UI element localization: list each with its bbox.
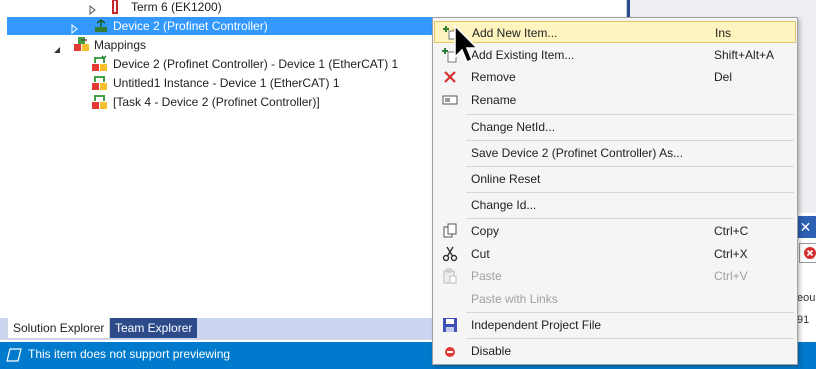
menu-item-independent-project-file[interactable]: Independent Project File [434,314,796,336]
menu-item-disable[interactable]: Disable [434,340,796,362]
rename-icon [442,92,458,108]
side-panel-text: 91 [797,314,810,326]
menu-item-copy[interactable]: Copy Ctrl+C [434,220,796,242]
menu-item-save-as[interactable]: Save Device 2 (Profinet Controller) As..… [434,142,796,164]
menu-separator [466,312,794,313]
menu-item-label: Paste with Links [471,292,558,306]
menu-item-label: Copy [471,224,500,238]
preview-icon [6,348,22,365]
menu-item-label: Change Id... [471,198,537,212]
context-menu: Add New Item... Ins Add Existing Item...… [432,17,798,365]
menu-item-label: Add New Item... [472,26,558,40]
tree-item-label: [Task 4 - Device 2 (Profinet Controller)… [113,95,320,109]
menu-separator [466,140,794,141]
paste-icon [442,268,458,284]
remove-icon [442,69,458,85]
menu-item-label: Rename [471,93,517,107]
tree-item-label: Term 6 (EK1200) [131,0,222,14]
menu-item-label: Add Existing Item... [471,48,575,62]
menu-item-label: Disable [471,344,512,358]
menu-item-cut[interactable]: Cut Ctrl+X [434,243,796,265]
menu-item-shortcut: Del [714,70,733,84]
close-icon[interactable]: ✕ [795,216,816,238]
menu-separator [466,114,794,115]
menu-item-online-reset[interactable]: Online Reset [434,168,796,190]
tree-item-label: Untitled1 Instance - Device 1 (EtherCAT)… [113,76,340,90]
tab-team-explorer[interactable]: Team Explorer [110,318,198,338]
menu-item-label: Save Device 2 (Profinet Controller) As..… [471,146,684,160]
menu-item-shortcut: Ctrl+C [714,224,749,238]
menu-item-label: Remove [471,70,516,84]
menu-item-add-existing-item[interactable]: Add Existing Item... Shift+Alt+A [434,44,796,66]
copy-icon [442,223,458,239]
tree-item-label: Device 2 (Profinet Controller) [113,19,268,33]
menu-item-label: Change NetId... [471,120,556,134]
menu-item-remove[interactable]: Remove Del [434,66,796,88]
menu-item-shortcut: Ctrl+X [714,247,748,261]
side-panel-text: eou [797,292,816,304]
menu-separator [466,166,794,167]
error-icon [799,243,816,263]
menu-item-shortcut: Shift+Alt+A [714,48,775,62]
menu-item-change-id[interactable]: Change Id... [434,194,796,216]
mapping-icon [91,93,109,116]
status-text: This item does not support previewing [28,347,231,361]
menu-item-shortcut: Ctrl+V [714,269,748,283]
menu-item-label: Independent Project File [471,318,602,332]
menu-item-rename[interactable]: Rename [434,89,796,111]
disable-icon [442,343,458,359]
menu-item-shortcut: Ins [715,26,732,40]
cut-icon [442,246,458,262]
tree-item-label: Device 2 (Profinet Controller) - Device … [113,57,399,71]
tree-item-label: Mappings [94,38,147,52]
menu-item-paste-with-links[interactable]: Paste with Links [434,288,796,310]
menu-item-add-new-item[interactable]: Add New Item... Ins [434,21,796,43]
menu-separator [466,338,794,339]
menu-item-change-netid[interactable]: Change NetId... [434,116,796,138]
menu-separator [466,192,794,193]
menu-item-paste[interactable]: Paste Ctrl+V [434,265,796,287]
tree-item[interactable]: Term 6 (EK1200) [7,0,626,16]
menu-separator [466,218,794,219]
save-icon [442,317,458,333]
menu-item-label: Online Reset [471,172,541,186]
menu-item-label: Cut [471,247,490,261]
menu-item-label: Paste [471,269,502,283]
tab-solution-explorer[interactable]: Solution Explorer [7,318,111,339]
mouse-cursor-icon [454,24,480,65]
